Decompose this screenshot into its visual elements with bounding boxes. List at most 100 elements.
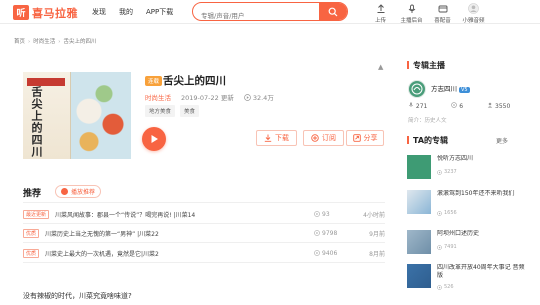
stat-tracks: 271 — [408, 102, 439, 110]
user-icon — [468, 3, 479, 14]
tool-upload-label: 上传 — [374, 18, 386, 24]
sidebar-album-name: 滚滚驾到150年还不来听我们 — [437, 190, 515, 197]
play-icon — [151, 135, 158, 143]
search-button[interactable] — [319, 3, 347, 20]
album-tags: 地方美食 美食 — [145, 105, 204, 117]
download-button[interactable]: 下载 — [256, 130, 297, 146]
nav-discover[interactable]: 发现 — [92, 7, 106, 17]
cover-title: 舌尖上的四川 — [30, 86, 43, 158]
subscribe-icon — [311, 134, 319, 142]
play-count-icon — [437, 169, 442, 175]
sidebar-album-item[interactable]: 悦听方志四川 3237 — [407, 155, 527, 183]
site-logo[interactable]: 听 喜马拉雅 — [13, 5, 78, 20]
breadcrumb-home[interactable]: 首页 — [14, 39, 25, 45]
recommend-heading: 推荐 — [23, 189, 42, 199]
album-thumbnail — [407, 230, 431, 254]
anchor-heading-text: 专辑主播 — [413, 61, 445, 70]
tool-upload[interactable]: 上传 — [365, 3, 396, 24]
download-label: 下载 — [275, 134, 289, 142]
search-input[interactable] — [193, 7, 319, 20]
tool-user-label: 小雅音频 — [462, 18, 485, 24]
upload-icon — [377, 3, 384, 13]
sidebar-album-name: 悦听方志四川 — [437, 155, 474, 162]
play-count-icon — [314, 230, 320, 236]
track-time: 9月前 — [369, 230, 385, 238]
play-count-icon — [314, 250, 320, 256]
tool-recharge-label: 喜配音 — [434, 18, 451, 24]
divider — [23, 202, 385, 203]
sidebar-album-count: 1656 — [437, 210, 457, 216]
track-time: 4小时前 — [363, 211, 385, 219]
sidebar-album-item[interactable]: 滚滚驾到150年还不来听我们 1656 — [407, 190, 527, 218]
subscribe-label: 订阅 — [322, 134, 336, 142]
main-nav: 发现 我的 APP下载 — [92, 7, 186, 17]
track-play-count: 9798 — [322, 229, 338, 237]
track-tag: 优质 — [23, 228, 40, 238]
play-circle-icon — [61, 188, 68, 195]
tool-recharge[interactable]: 喜配音 — [427, 3, 458, 24]
vip-badge: V5 — [459, 87, 470, 93]
album-cover[interactable]: 舌尖上的四川 — [23, 72, 131, 159]
play-recommend-button[interactable]: 播放推荐 — [55, 185, 102, 198]
track-row[interactable]: 优质 川菜史上最大的一次机遇，竟然是它|川菜2 9406 8月前 — [23, 244, 385, 262]
share-button[interactable]: 分享 — [346, 130, 384, 146]
track-plays: 93 — [314, 211, 330, 218]
nav-app-download[interactable]: APP下载 — [146, 7, 173, 17]
track-plays: 9798 — [314, 230, 337, 237]
play-album-button[interactable] — [142, 127, 166, 151]
logo-mark: 听 — [13, 5, 29, 20]
tool-user[interactable]: 小雅音频 — [458, 3, 489, 24]
tool-creator-label: 主播后台 — [400, 18, 423, 24]
track-play-count: 9406 — [322, 249, 338, 257]
anchor-name-row[interactable]: 方志四川 V5 — [431, 83, 470, 93]
anchor-stats: 271 6 3550 — [408, 102, 534, 110]
track-plays: 9406 — [314, 250, 337, 257]
track-time: 8月前 — [369, 250, 385, 258]
logo-text: 喜马拉雅 — [32, 6, 78, 20]
top-navigation: 听 喜马拉雅 发现 我的 APP下载 上传 — [0, 0, 540, 24]
track-tag: 优质 — [23, 248, 40, 258]
download-icon — [264, 134, 272, 142]
album-tag[interactable]: 美食 — [180, 105, 200, 117]
album-category[interactable]: 时尚生活 — [145, 92, 171, 102]
stat-albums: 6 — [451, 102, 475, 110]
sidebar-album-count: 526 — [437, 284, 454, 290]
sidebar-album-name: 四川改革开放40周年大事记 音频版 — [437, 264, 525, 279]
avatar[interactable] — [408, 80, 426, 98]
cover-food-photo — [71, 72, 131, 159]
intro-question: 没有辣椒的时代，川菜究竟啥味道? — [23, 292, 132, 300]
play-count-icon — [437, 284, 442, 290]
tool-creator[interactable]: 主播后台 — [396, 3, 427, 24]
collapse-icon[interactable]: ▲ — [378, 63, 383, 71]
track-row[interactable]: 最近更新 川菜风闻故事：郡县一个“传说”？喝完再说! |川菜14 93 4小时前 — [23, 205, 385, 223]
recharge-icon — [438, 5, 447, 12]
album-play-count: 32.4万 — [252, 94, 274, 102]
track-title[interactable]: 川菜史上最大的一次机遇，竟然是它|川菜2 — [45, 249, 159, 258]
play-count-icon — [314, 211, 320, 217]
divider — [23, 262, 385, 263]
sidebar-album-item[interactable]: 阿坝州口述历史 7491 — [407, 230, 527, 258]
album-tag[interactable]: 地方美食 — [145, 105, 176, 117]
more-albums-link[interactable]: 更多 — [496, 136, 508, 145]
nav-mine[interactable]: 我的 — [119, 7, 133, 17]
album-icon — [451, 102, 458, 108]
breadcrumb-category[interactable]: 时尚生活 — [33, 39, 55, 45]
sidebar-album-item[interactable]: 四川改革开放40周年大事记 音频版 526 — [407, 264, 527, 292]
sidebar-album-count: 3237 — [437, 169, 457, 175]
track-title[interactable]: 川菜历史上当之无愧的第一“男神” |川菜22 — [45, 229, 159, 238]
track-title[interactable]: 川菜风闻故事：郡县一个“传说”？喝完再说! |川菜14 — [55, 210, 195, 219]
track-play-count: 93 — [322, 210, 330, 218]
track-row[interactable]: 优质 川菜历史上当之无愧的第一“男神” |川菜22 9798 9月前 — [23, 224, 385, 242]
albums-heading-text: TA的专辑 — [413, 136, 449, 145]
cover-ribbon — [27, 78, 65, 86]
podcast-mic-icon — [408, 4, 415, 13]
anchor-name: 方志四川 — [431, 85, 457, 93]
search-box — [192, 2, 348, 21]
subscribe-button[interactable]: 订阅 — [303, 130, 344, 146]
share-icon — [352, 134, 361, 142]
play-count-icon — [437, 244, 442, 250]
breadcrumb-current: 舌尖上的四川 — [63, 39, 97, 45]
followers-icon — [487, 102, 493, 108]
album-title: 舌尖上的四川 — [163, 75, 226, 87]
anchor-logo-icon — [411, 83, 423, 95]
